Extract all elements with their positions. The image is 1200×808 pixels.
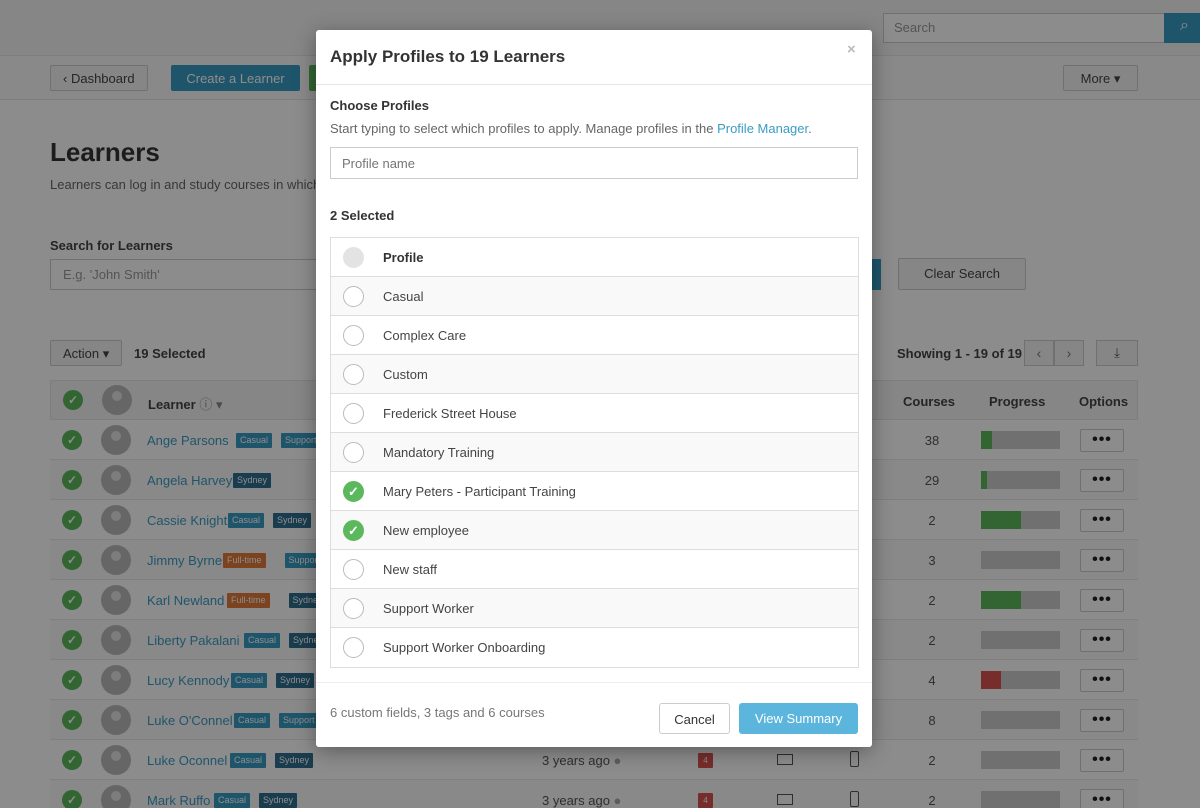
- profile-list-item[interactable]: Mandatory Training: [331, 433, 858, 472]
- profile-list-item[interactable]: ✓ New employee: [331, 511, 858, 550]
- profile-radio[interactable]: [343, 598, 364, 619]
- profile-name: Support Worker Onboarding: [383, 640, 546, 655]
- profile-name: Custom: [383, 367, 428, 382]
- profile-list-item[interactable]: ✓ Mary Peters - Participant Training: [331, 472, 858, 511]
- profile-radio[interactable]: [343, 364, 364, 385]
- choose-profiles-help: Start typing to select which profiles to…: [330, 121, 812, 136]
- apply-profiles-modal: Apply Profiles to 19 Learners × Choose P…: [316, 30, 872, 747]
- profile-name: New staff: [383, 562, 437, 577]
- profile-name: Mary Peters - Participant Training: [383, 484, 576, 499]
- modal-header-divider: [316, 84, 872, 85]
- profile-list-item[interactable]: Support Worker: [331, 589, 858, 628]
- close-icon[interactable]: ×: [847, 41, 856, 58]
- profile-list-item[interactable]: Custom: [331, 355, 858, 394]
- profile-radio[interactable]: [343, 403, 364, 424]
- profile-name: Support Worker: [383, 601, 474, 616]
- profile-radio[interactable]: [343, 442, 364, 463]
- profile-list-item[interactable]: Support Worker Onboarding: [331, 628, 858, 667]
- profile-radio[interactable]: [343, 325, 364, 346]
- profile-list-item[interactable]: Complex Care: [331, 316, 858, 355]
- checkmark-icon[interactable]: ✓: [343, 520, 364, 541]
- modal-title: Apply Profiles to 19 Learners: [330, 47, 566, 66]
- modal-footer-divider: [316, 682, 872, 683]
- profile-name: Complex Care: [383, 328, 467, 343]
- profile-list-item[interactable]: Casual: [331, 277, 858, 316]
- profile-name: Casual: [383, 289, 424, 304]
- profile-list: Profile Casual Complex Care Custom Frederic…: [330, 237, 859, 668]
- profile-list-item[interactable]: Frederick Street House: [331, 394, 858, 433]
- select-all-radio[interactable]: [343, 247, 364, 268]
- profile-list-header: Profile: [331, 238, 858, 277]
- profile-column-header: Profile: [383, 250, 424, 265]
- choose-profiles-label: Choose Profiles: [330, 98, 429, 113]
- profile-list-item[interactable]: New staff: [331, 550, 858, 589]
- checkmark-icon[interactable]: ✓: [343, 481, 364, 502]
- profile-manager-link[interactable]: Profile Manager: [717, 121, 808, 136]
- profile-name: Frederick Street House: [383, 406, 517, 421]
- profile-radio[interactable]: [343, 637, 364, 658]
- profile-name: New employee: [383, 523, 469, 538]
- view-summary-button[interactable]: View Summary: [739, 703, 858, 734]
- profile-radio[interactable]: [343, 559, 364, 580]
- cancel-button[interactable]: Cancel: [659, 703, 730, 734]
- profile-name: Mandatory Training: [383, 445, 495, 460]
- profile-radio[interactable]: [343, 286, 364, 307]
- selected-count-label: 2 Selected: [330, 208, 395, 223]
- profile-summary-text: 6 custom fields, 3 tags and 6 courses: [330, 705, 545, 720]
- profile-name-input[interactable]: [330, 147, 858, 179]
